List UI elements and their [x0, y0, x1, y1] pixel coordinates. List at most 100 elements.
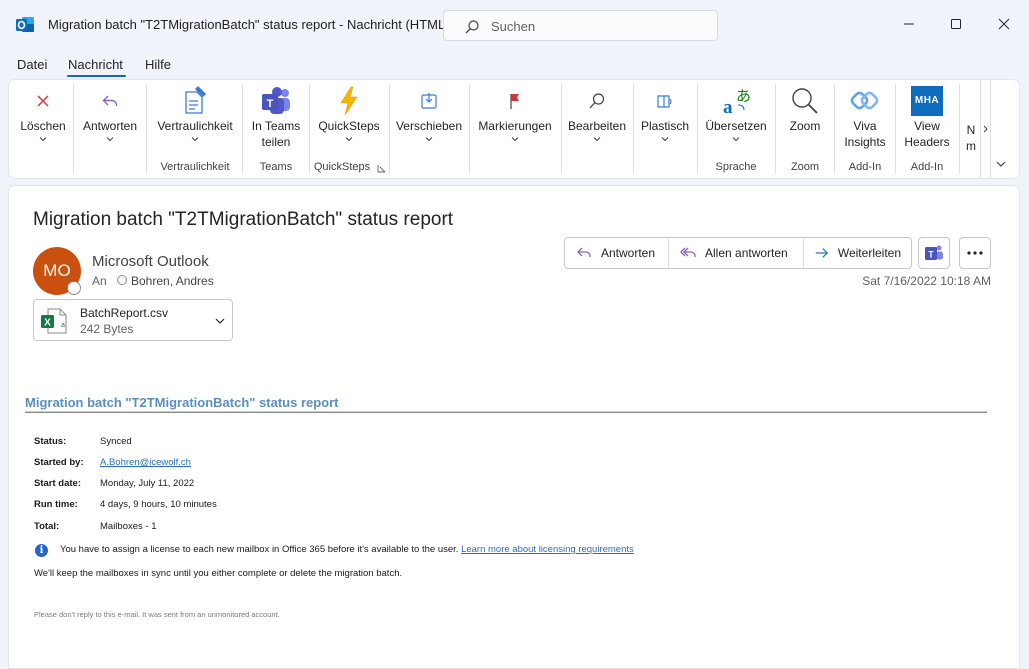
edit-label: Bearbeiten: [567, 119, 627, 133]
license-notice: You have to assign a license to each new…: [60, 544, 634, 555]
minimize-button[interactable]: [897, 12, 921, 36]
flag-icon: [510, 94, 519, 109]
tab-datei[interactable]: Datei: [17, 57, 47, 72]
immersive-reader-icon: [657, 95, 672, 108]
info-icon: i: [35, 544, 48, 557]
ribbon-scrollbar[interactable]: [980, 80, 991, 178]
tags-label: Markierungen: [478, 119, 552, 133]
excel-file-icon: a, X: [41, 308, 67, 334]
viva-insights-button[interactable]: Viva Insights: [838, 86, 892, 150]
chevron-down-icon: [593, 137, 601, 142]
outlook-app-icon: [16, 17, 34, 32]
search-icon: [465, 20, 479, 34]
body-title: Migration batch "T2TMigrationBatch" stat…: [25, 395, 339, 410]
attachment-card[interactable]: a, X BatchReport.csv 242 Bytes: [33, 299, 233, 341]
teams-label-1: In Teams: [251, 119, 301, 133]
group-label-addin-2: Add-In: [910, 161, 944, 173]
chevron-down-icon: [425, 137, 433, 142]
chevron-down-icon: [39, 137, 47, 142]
move-button[interactable]: Verschieben: [394, 86, 464, 144]
share-to-teams-button[interactable]: T In Teams teilen: [247, 86, 305, 150]
reply-all-button[interactable]: Allen antworten: [669, 238, 804, 268]
total-value: Mailboxes - 1: [100, 521, 157, 532]
quicksteps-label: QuickSteps: [318, 119, 380, 133]
translate-icon: aあ: [723, 87, 751, 116]
immersive-reader-button[interactable]: Plastisch: [637, 86, 693, 144]
body-divider: [25, 411, 987, 413]
ribbon-separator: [895, 84, 896, 174]
message-date: Sat 7/16/2022 10:18 AM: [862, 274, 991, 288]
sender-name[interactable]: Microsoft Outlook: [92, 253, 209, 270]
move-icon: [421, 93, 437, 109]
footer-notice: Please don't reply to this e-mail. It wa…: [34, 610, 280, 619]
attachment-name: BatchReport.csv: [80, 306, 169, 320]
chevron-down-icon: [732, 137, 740, 142]
svg-text:T: T: [267, 98, 274, 110]
licensing-link[interactable]: Learn more about licensing requirements: [461, 544, 634, 555]
svg-text:a: a: [723, 97, 733, 116]
status-value: Synced: [100, 436, 132, 447]
to-label: An: [92, 274, 107, 288]
message-actions: Antworten Allen antworten Weiterleiten: [564, 237, 912, 269]
quicksteps-button[interactable]: QuickSteps: [315, 86, 383, 144]
view-headers-button[interactable]: MHA View Headers: [898, 86, 956, 150]
more-addin-label-2: m: [966, 139, 976, 153]
zoom-icon: [792, 88, 818, 114]
tab-nachricht[interactable]: Nachricht: [68, 57, 123, 72]
teams-chat-button[interactable]: T: [918, 237, 950, 269]
search-box[interactable]: Suchen: [443, 10, 718, 41]
teams-label-2: teilen: [261, 135, 291, 149]
ribbon-separator: [561, 84, 562, 174]
chevron-down-icon[interactable]: [214, 315, 226, 327]
translate-button[interactable]: aあ Übersetzen: [701, 86, 771, 144]
message-subject: Migration batch "T2TMigrationBatch" stat…: [33, 209, 454, 230]
svg-text:T: T: [928, 250, 934, 260]
sensitivity-button[interactable]: Vertraulichkeit: [153, 86, 237, 144]
ribbon-separator: [146, 84, 147, 174]
more-icon: [967, 251, 983, 255]
reply-icon: [577, 247, 591, 257]
zoom-label: Zoom: [789, 119, 821, 133]
reply-all-icon: [680, 247, 696, 257]
close-icon: [998, 18, 1010, 30]
recipient-presence-icon: [117, 275, 127, 285]
total-label: Total:: [34, 521, 60, 532]
ribbon-separator: [242, 84, 243, 174]
more-addin-label-1: N: [966, 123, 976, 137]
ribbon-separator: [73, 84, 74, 174]
reply-button[interactable]: Antworten: [565, 238, 669, 268]
svg-text:a,: a,: [61, 322, 67, 329]
sensitivity-label: Vertraulichkeit: [157, 119, 233, 133]
ribbon-collapse-chevron-icon[interactable]: [995, 158, 1007, 170]
chevron-down-icon: [661, 137, 669, 142]
move-label: Verschieben: [395, 119, 463, 133]
teams-icon: T: [262, 87, 290, 114]
dialog-launcher-icon[interactable]: [377, 164, 386, 173]
reply-label: Antworten: [82, 119, 138, 133]
close-button[interactable]: [992, 12, 1016, 36]
delete-button[interactable]: Löschen: [17, 86, 69, 144]
ribbon: Löschen Antworten Vertraulichkeit Vertra…: [9, 80, 1019, 178]
maximize-button[interactable]: [944, 12, 968, 36]
recipient-name[interactable]: Bohren, Andres: [131, 274, 214, 288]
zoom-button[interactable]: Zoom: [779, 86, 831, 134]
group-label-sensitivity: Vertraulichkeit: [160, 161, 230, 173]
tab-hilfe[interactable]: Hilfe: [145, 57, 171, 72]
forward-button[interactable]: Weiterleiten: [804, 238, 911, 268]
reply-menu-button[interactable]: Antworten: [79, 86, 141, 144]
svg-text:X: X: [44, 318, 51, 329]
ribbon-separator: [697, 84, 698, 174]
more-actions-button[interactable]: [959, 237, 991, 269]
started-by-label: Started by:: [34, 457, 84, 468]
edit-button[interactable]: Bearbeiten: [565, 86, 629, 144]
reply-icon: [102, 95, 118, 106]
mha-icon: MHA: [911, 86, 943, 116]
tags-button[interactable]: Markierungen: [474, 86, 556, 144]
group-label-addin-1: Add-In: [848, 161, 882, 173]
chevron-down-icon: [511, 137, 519, 142]
more-addin-button[interactable]: N m: [964, 122, 978, 154]
started-by-link[interactable]: A.Bohren@icewolf.ch: [100, 457, 191, 468]
ribbon-separator: [389, 84, 390, 174]
viva-label-1: Viva: [853, 119, 877, 133]
start-date-value: Monday, July 11, 2022: [100, 478, 195, 489]
